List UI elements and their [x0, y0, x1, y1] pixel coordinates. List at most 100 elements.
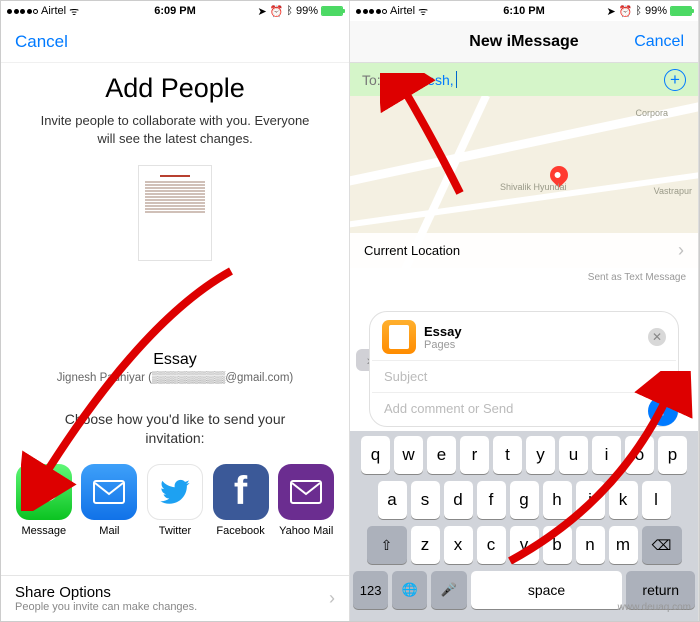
page-title: Add People — [1, 73, 349, 104]
bluetooth-icon: ᛒ — [286, 5, 293, 17]
keyboard-row-2: asdfghjkl — [353, 481, 695, 519]
key-y[interactable]: y — [526, 436, 555, 474]
key-numbers[interactable]: 123 — [353, 571, 388, 609]
key-p[interactable]: p — [658, 436, 687, 474]
key-b[interactable]: b — [543, 526, 572, 564]
attachment-title: Essay — [424, 324, 462, 339]
to-label: To: — [362, 72, 381, 88]
pages-icon — [382, 320, 416, 354]
remove-attachment-button[interactable]: ✕ — [648, 328, 666, 346]
document-title: Essay — [1, 351, 349, 369]
app-label: Facebook — [216, 525, 264, 537]
to-field[interactable]: To: Dhvanesh, + — [350, 63, 698, 96]
compose-bubble: Essay Pages ✕ Subject Add comment or Sen… — [369, 311, 679, 427]
page-subtitle: Invite people to collaborate with you. E… — [31, 112, 319, 147]
keyboard: qwertyuiop asdfghjkl ⇧zxcvbnm⌫ 123 🌐 🎤 s… — [350, 431, 698, 621]
send-button[interactable]: ↑ — [648, 396, 678, 426]
text-cursor — [456, 71, 458, 88]
key-backspace[interactable]: ⌫ — [642, 526, 682, 564]
key-v[interactable]: v — [510, 526, 539, 564]
key-shift[interactable]: ⇧ — [367, 526, 407, 564]
cancel-button[interactable]: Cancel — [15, 32, 68, 52]
alarm-icon: ⏰ — [619, 5, 633, 18]
keyboard-row-1: qwertyuiop — [353, 436, 695, 474]
key-j[interactable]: j — [576, 481, 605, 519]
key-emoji[interactable]: 🌐 — [392, 571, 427, 609]
bluetooth-icon: ᛒ — [635, 5, 642, 17]
sent-as-label: Sent as Text Message — [350, 268, 698, 287]
watermark: www.deuaq.com — [618, 602, 691, 613]
document-thumbnail[interactable] — [138, 165, 212, 261]
key-space[interactable]: space — [471, 571, 623, 609]
key-z[interactable]: z — [411, 526, 440, 564]
key-s[interactable]: s — [411, 481, 440, 519]
key-t[interactable]: t — [493, 436, 522, 474]
app-label: Twitter — [159, 525, 191, 537]
wifi-icon: ᯤ — [418, 4, 428, 19]
current-location-label: Current Location — [364, 243, 460, 258]
share-options-title: Share Options — [15, 584, 197, 601]
key-k[interactable]: k — [609, 481, 638, 519]
carrier-label: Airtel — [41, 5, 66, 17]
cancel-button[interactable]: Cancel — [634, 33, 684, 51]
location-icon: ➤ — [606, 5, 615, 18]
key-m[interactable]: m — [609, 526, 638, 564]
share-app-message[interactable]: Message — [14, 464, 74, 537]
key-f[interactable]: f — [477, 481, 506, 519]
key-w[interactable]: w — [394, 436, 423, 474]
signal-indicator — [356, 9, 387, 14]
key-x[interactable]: x — [444, 526, 473, 564]
status-bar: Airtel ᯤ 6:10 PM ➤ ⏰ ᛒ 99% — [350, 1, 698, 21]
alarm-icon: ⏰ — [270, 5, 284, 18]
status-bar: Airtel ᯤ 6:09 PM ➤ ⏰ ᛒ 99% — [1, 1, 349, 21]
key-d[interactable]: d — [444, 481, 473, 519]
status-time: 6:09 PM — [154, 5, 196, 17]
map-poi: Vastrapur — [654, 186, 692, 196]
message-icon — [16, 464, 72, 520]
subject-input[interactable]: Subject — [372, 360, 676, 393]
share-options-row[interactable]: Share Options People you invite can make… — [1, 575, 349, 621]
key-u[interactable]: u — [559, 436, 588, 474]
add-contact-button[interactable]: + — [664, 69, 686, 91]
app-label: Message — [21, 525, 66, 537]
key-l[interactable]: l — [642, 481, 671, 519]
key-a[interactable]: a — [378, 481, 407, 519]
app-label: Yahoo Mail — [279, 525, 333, 537]
key-h[interactable]: h — [543, 481, 572, 519]
left-screen: Airtel ᯤ 6:09 PM ➤ ⏰ ᛒ 99% Cancel Add Pe… — [1, 1, 350, 621]
map-preview[interactable]: Shivalik Hyundai Corpora Vastrapur Curre… — [350, 96, 698, 268]
attachment-row: Essay Pages ✕ — [372, 314, 676, 360]
share-app-yahoo[interactable]: Yahoo Mail — [276, 464, 336, 537]
comment-input[interactable]: Add comment or Send ↑ — [372, 393, 676, 424]
key-g[interactable]: g — [510, 481, 539, 519]
key-i[interactable]: i — [592, 436, 621, 474]
key-mic[interactable]: 🎤 — [431, 571, 466, 609]
share-app-twitter[interactable]: Twitter — [145, 464, 205, 537]
current-location-bar[interactable]: Current Location › — [350, 233, 698, 268]
location-icon: ➤ — [257, 5, 266, 18]
chevron-right-icon: › — [678, 240, 684, 261]
key-r[interactable]: r — [460, 436, 489, 474]
nav-bar: New iMessage Cancel — [350, 21, 698, 63]
nav-title: New iMessage — [469, 33, 578, 51]
right-screen: Airtel ᯤ 6:10 PM ➤ ⏰ ᛒ 99% New iMessage … — [350, 1, 699, 621]
attachment-sub: Pages — [424, 339, 462, 351]
battery-percent: 99% — [645, 5, 667, 17]
share-app-facebook[interactable]: f Facebook — [211, 464, 271, 537]
yahoo-mail-icon — [278, 464, 334, 520]
to-contact: Dhvanesh, — [387, 72, 454, 88]
share-options-sub: People you invite can make changes. — [15, 601, 197, 613]
keyboard-row-3: ⇧zxcvbnm⌫ — [353, 526, 695, 564]
share-apps-row: Message Mail Twitter f Facebook Yahoo Ma… — [1, 464, 349, 537]
chevron-right-icon: › — [329, 588, 335, 609]
share-app-mail[interactable]: Mail — [79, 464, 139, 537]
key-n[interactable]: n — [576, 526, 605, 564]
key-c[interactable]: c — [477, 526, 506, 564]
document-owner: Jignesh Padhiyar (▒▒▒▒▒▒▒▒▒@gmail.com) — [1, 372, 349, 384]
map-poi: Shivalik Hyundai — [500, 182, 567, 192]
arrow-up-icon: ↑ — [659, 402, 667, 420]
key-o[interactable]: o — [625, 436, 654, 474]
carrier-label: Airtel — [390, 5, 415, 17]
key-q[interactable]: q — [361, 436, 390, 474]
key-e[interactable]: e — [427, 436, 456, 474]
